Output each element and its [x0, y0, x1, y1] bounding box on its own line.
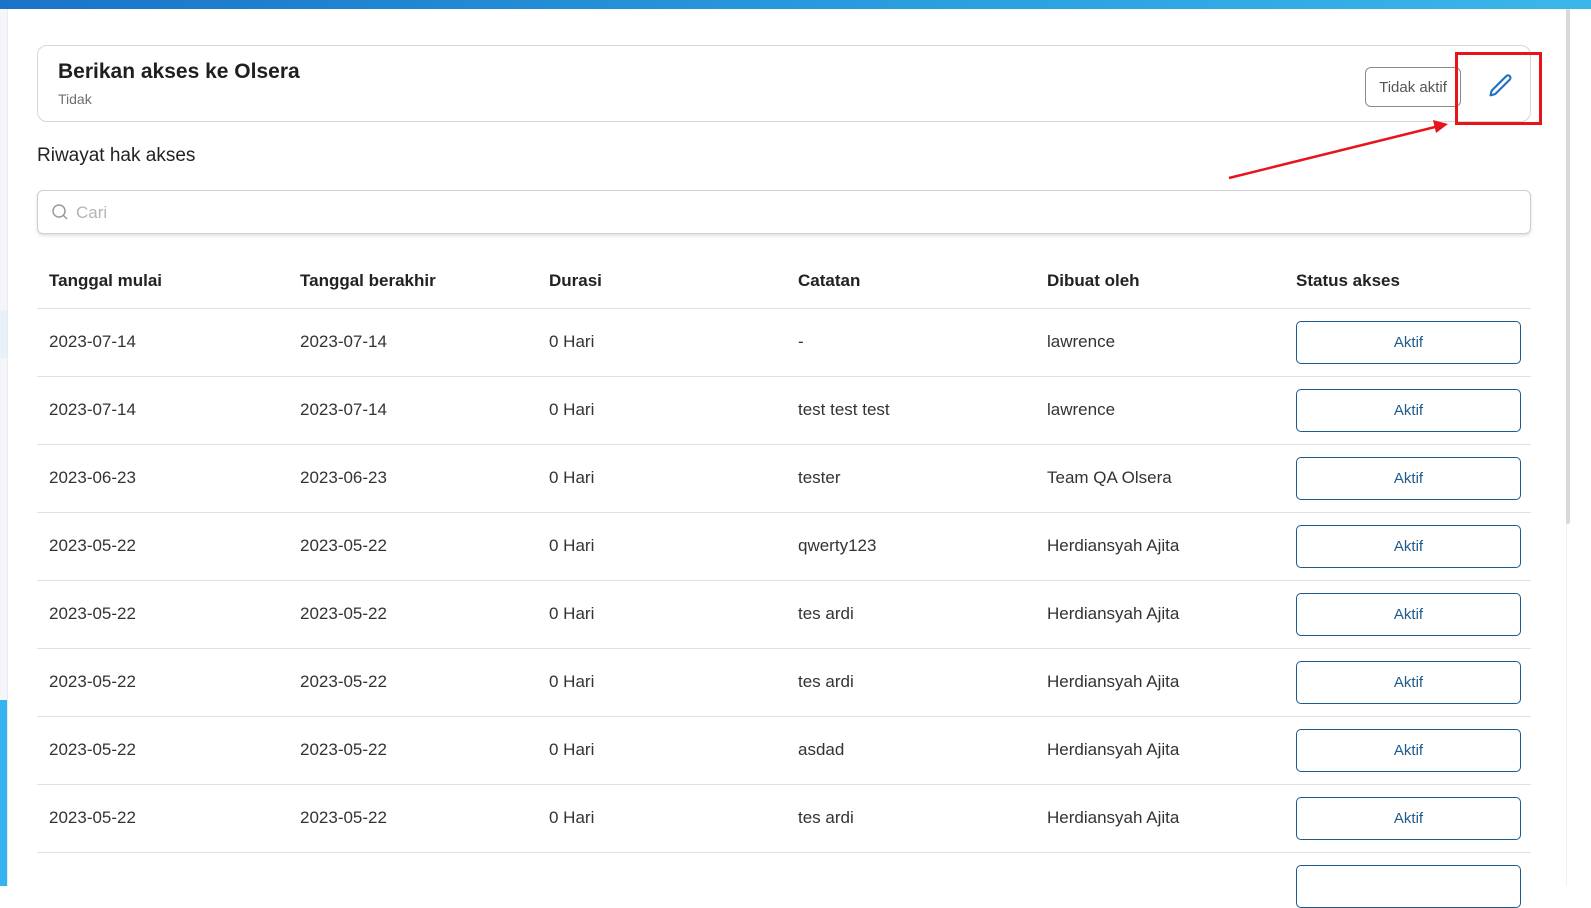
table-row: 2023-06-23 2023-06-23 0 Hari tester Team… [37, 445, 1531, 513]
access-status-badge: Tidak aktif [1365, 67, 1461, 107]
note-cell: qwerty123 [798, 536, 877, 555]
table-row: 2023-05-22 2023-05-22 0 Hari asdad Herdi… [37, 717, 1531, 785]
created-by-cell: lawrence [1047, 400, 1116, 419]
note-cell: tes ardi [798, 808, 854, 827]
status-aktif-button[interactable]: Aktif [1296, 729, 1521, 772]
created-by-cell: Herdiansyah Ajita [1047, 808, 1180, 827]
status-aktif-button-partial[interactable] [1296, 865, 1521, 908]
sidebar-active-marker [0, 700, 7, 886]
duration-cell: 0 Hari [549, 468, 595, 487]
end-date-cell: 2023-06-23 [300, 468, 387, 487]
status-aktif-button[interactable]: Aktif [1296, 321, 1521, 364]
duration-cell: 0 Hari [549, 400, 595, 419]
status-aktif-button[interactable]: Aktif [1296, 457, 1521, 500]
duration-cell: 0 Hari [549, 808, 595, 827]
column-header: Catatan [798, 271, 861, 290]
table-header: Tanggal mulai Tanggal berakhir Durasi Ca… [37, 254, 1531, 309]
start-date-cell: 2023-05-22 [49, 808, 136, 827]
end-date-cell: 2023-05-22 [300, 604, 387, 623]
end-date-cell: 2023-05-22 [300, 808, 387, 827]
end-date-cell: 2023-07-14 [300, 332, 387, 351]
note-cell: asdad [798, 740, 845, 759]
table-row: 2023-05-22 2023-05-22 0 Hari tes ardi He… [37, 785, 1531, 853]
history-title: Riwayat hak akses [37, 145, 196, 166]
created-by-cell: lawrence [1047, 332, 1116, 351]
access-title: Berikan akses ke Olsera [58, 60, 300, 83]
column-header: Tanggal berakhir [300, 271, 436, 290]
end-date-cell: 2023-05-22 [300, 740, 387, 759]
duration-cell: 0 Hari [549, 332, 595, 351]
access-history-table: Tanggal mulai Tanggal berakhir Durasi Ca… [37, 254, 1531, 908]
search-input[interactable] [74, 199, 1518, 227]
created-by-cell: Herdiansyah Ajita [1047, 536, 1180, 555]
scrollbar-thumb[interactable] [1566, 9, 1570, 524]
start-date-cell: 2023-07-14 [49, 332, 136, 351]
end-date-cell: 2023-07-14 [300, 400, 387, 419]
access-subtitle: Tidak [58, 91, 92, 107]
annotation-arrow [1228, 120, 1448, 180]
duration-cell: 0 Hari [549, 672, 595, 691]
created-by-cell: Herdiansyah Ajita [1047, 740, 1180, 759]
status-aktif-button[interactable]: Aktif [1296, 525, 1521, 568]
column-header: Tanggal mulai [49, 271, 163, 290]
start-date-cell: 2023-06-23 [49, 468, 136, 487]
column-header: Durasi [549, 271, 602, 290]
status-aktif-button[interactable]: Aktif [1296, 661, 1521, 704]
status-aktif-button[interactable]: Aktif [1296, 389, 1521, 432]
status-aktif-button[interactable]: Aktif [1296, 797, 1521, 840]
created-by-cell: Herdiansyah Ajita [1047, 604, 1180, 623]
note-cell: tester [798, 468, 841, 487]
duration-cell: 0 Hari [549, 536, 595, 555]
start-date-cell: 2023-07-14 [49, 400, 136, 419]
table-row: 2023-07-14 2023-07-14 0 Hari - lawrence … [37, 309, 1531, 377]
duration-cell: 0 Hari [549, 740, 595, 759]
sidebar-highlight [0, 310, 7, 358]
start-date-cell: 2023-05-22 [49, 536, 136, 555]
search-box [37, 190, 1531, 234]
start-date-cell: 2023-05-22 [49, 672, 136, 691]
note-cell: - [798, 332, 804, 351]
end-date-cell: 2023-05-22 [300, 536, 387, 555]
column-header: Status akses [1296, 271, 1400, 290]
table-row-partial [37, 853, 1531, 908]
table-row: 2023-05-22 2023-05-22 0 Hari tes ardi He… [37, 649, 1531, 717]
note-cell: tes ardi [798, 604, 854, 623]
table-row: 2023-07-14 2023-07-14 0 Hari test test t… [37, 377, 1531, 445]
search-icon [52, 204, 68, 220]
start-date-cell: 2023-05-22 [49, 740, 136, 759]
status-aktif-button[interactable]: Aktif [1296, 593, 1521, 636]
created-by-cell: Herdiansyah Ajita [1047, 672, 1180, 691]
end-date-cell: 2023-05-22 [300, 672, 387, 691]
annotation-highlight-box [1455, 52, 1542, 125]
note-cell: test test test [798, 400, 890, 419]
duration-cell: 0 Hari [549, 604, 595, 623]
note-cell: tes ardi [798, 672, 854, 691]
top-accent-bar [0, 0, 1591, 9]
olsera-access-card: Berikan akses ke Olsera Tidak Tidak akti… [37, 45, 1531, 122]
table-row: 2023-05-22 2023-05-22 0 Hari qwerty123 H… [37, 513, 1531, 581]
start-date-cell: 2023-05-22 [49, 604, 136, 623]
table-row: 2023-05-22 2023-05-22 0 Hari tes ardi He… [37, 581, 1531, 649]
created-by-cell: Team QA Olsera [1047, 468, 1172, 487]
column-header: Dibuat oleh [1047, 271, 1140, 290]
